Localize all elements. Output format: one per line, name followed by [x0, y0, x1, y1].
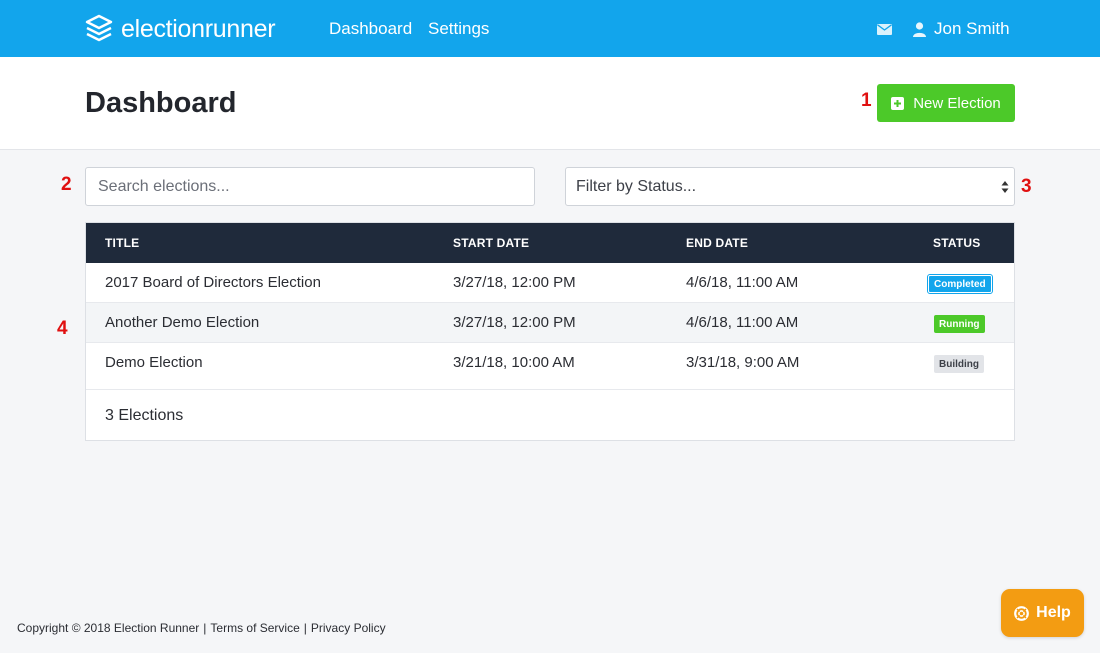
annotation-4: 4	[57, 318, 68, 339]
table-row[interactable]: 2017 Board of Directors Election 3/27/18…	[86, 263, 1014, 303]
table-footer: 3 Elections	[86, 390, 1014, 442]
help-button[interactable]: Help	[1001, 589, 1084, 637]
table-row[interactable]: Another Demo Election 3/27/18, 12:00 PM …	[86, 303, 1014, 343]
brand-name-light: election	[121, 14, 205, 43]
search-input[interactable]	[85, 167, 535, 206]
page-header: Dashboard New Election	[0, 57, 1100, 150]
header-title[interactable]: TITLE	[105, 236, 139, 250]
brand-logo[interactable]: electionrunner	[85, 14, 276, 44]
header-start-date[interactable]: START DATE	[453, 236, 529, 250]
status-filter-select[interactable]: Filter by Status...	[565, 167, 1015, 206]
plus-square-icon	[891, 96, 905, 110]
footer-separator: |	[303, 621, 307, 635]
new-election-button[interactable]: New Election	[877, 84, 1015, 122]
start-date: 3/27/18, 12:00 PM	[453, 314, 576, 331]
mail-icon[interactable]	[877, 24, 892, 35]
select-arrows-icon	[1001, 181, 1009, 193]
copyright-text: Copyright © 2018 Election Runner	[17, 621, 200, 635]
table-row[interactable]: Demo Election 3/21/18, 10:00 AM 3/31/18,…	[86, 343, 1014, 390]
layers-logo-icon	[85, 14, 113, 42]
user-name: Jon Smith	[934, 19, 1010, 38]
nav-settings-link[interactable]: Settings	[428, 19, 489, 39]
election-title[interactable]: Another Demo Election	[105, 314, 259, 331]
help-label: Help	[1036, 604, 1071, 621]
status-badge: Building	[934, 355, 984, 373]
header-end-date[interactable]: END DATE	[686, 236, 748, 250]
nav-dashboard-link[interactable]: Dashboard	[329, 19, 412, 39]
start-date: 3/27/18, 12:00 PM	[453, 274, 576, 291]
start-date: 3/21/18, 10:00 AM	[453, 354, 575, 371]
brand-name: electionrunner	[121, 14, 276, 44]
status-badge: Running	[934, 315, 985, 333]
status-badge: Completed	[927, 274, 993, 294]
elections-count: 3 Elections	[105, 407, 184, 424]
annotation-3: 3	[1021, 176, 1032, 197]
header-status[interactable]: STATUS	[933, 236, 980, 250]
privacy-link[interactable]: Privacy Policy	[311, 621, 386, 635]
new-election-label: New Election	[913, 94, 1001, 112]
page-title: Dashboard	[85, 87, 237, 119]
end-date: 4/6/18, 11:00 AM	[686, 274, 799, 291]
terms-link[interactable]: Terms of Service	[210, 621, 299, 635]
election-title[interactable]: 2017 Board of Directors Election	[105, 274, 321, 291]
status-filter-value: Filter by Status...	[576, 177, 697, 195]
end-date: 3/31/18, 9:00 AM	[686, 354, 800, 371]
annotation-1: 1	[861, 90, 872, 111]
lifebuoy-icon	[1014, 605, 1030, 621]
brand-name-bold: runner	[204, 14, 276, 43]
election-title[interactable]: Demo Election	[105, 354, 203, 371]
annotation-2: 2	[61, 174, 72, 195]
user-icon	[913, 21, 926, 37]
table-header: TITLE START DATE END DATE STATUS	[86, 223, 1014, 263]
elections-table: TITLE START DATE END DATE STATUS 2017 Bo…	[85, 222, 1015, 441]
end-date: 4/6/18, 11:00 AM	[686, 314, 799, 331]
page-footer: Copyright © 2018 Election Runner | Terms…	[17, 621, 386, 635]
footer-separator: |	[203, 621, 207, 635]
top-navbar: electionrunner Dashboard Settings Jon Sm…	[0, 0, 1100, 57]
user-menu[interactable]: Jon Smith	[913, 19, 1010, 39]
